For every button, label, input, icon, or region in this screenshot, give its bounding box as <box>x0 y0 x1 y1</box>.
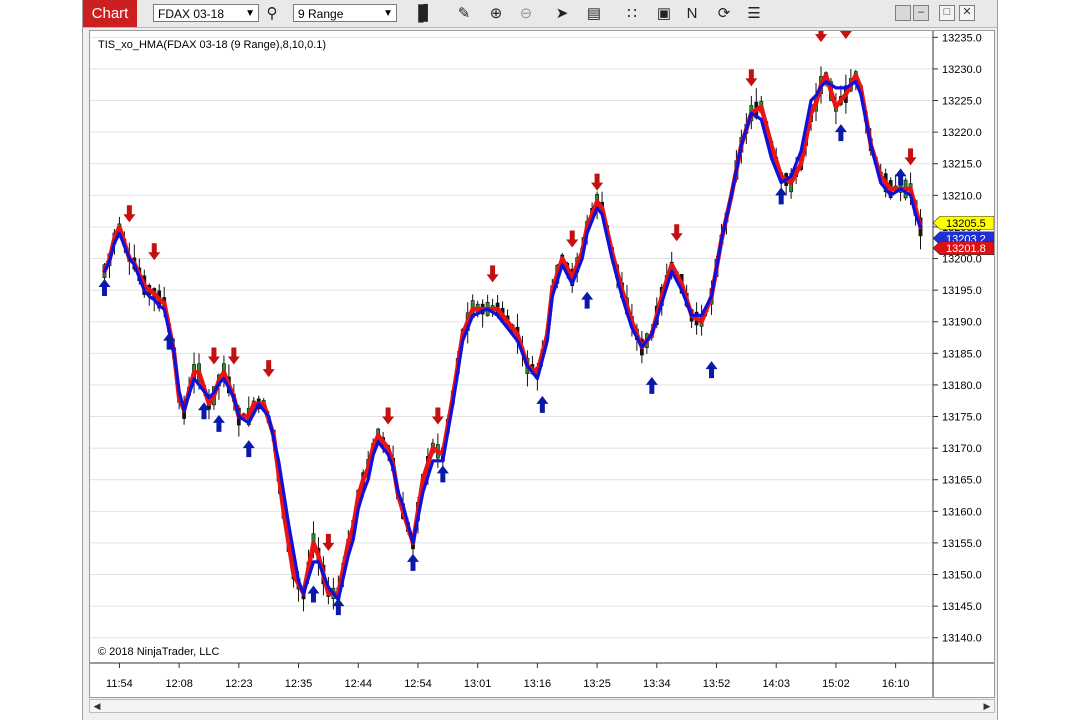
y-tick-label: 13200.0 <box>942 254 982 266</box>
x-tick-label: 12:08 <box>165 678 193 690</box>
restore-icon[interactable] <box>895 5 911 21</box>
interval-value: 9 Range <box>298 7 344 21</box>
y-tick-label: 13175.0 <box>942 412 982 424</box>
properties-icon[interactable]: ☰ <box>743 3 765 24</box>
price-marker-label: 13201.8 <box>946 243 986 255</box>
indicators-icon[interactable]: N <box>681 3 703 24</box>
x-axis: 11:54 12:08 12:23 12:35 12:44 12:54 13:01 13:16… <box>106 663 909 690</box>
price-markers: 13205.513203.213201.8 <box>932 215 995 255</box>
y-tick-label: 13230.0 <box>942 64 982 76</box>
chevron-down-icon: ▼ <box>245 8 255 19</box>
y-tick-label: 13155.0 <box>942 538 982 550</box>
y-tick-label: 13185.0 <box>942 348 982 360</box>
zoom-in-icon[interactable]: ⊕ <box>485 3 507 24</box>
y-tick-label: 13215.0 <box>942 159 982 171</box>
y-tick-label: 13225.0 <box>942 96 982 108</box>
buy-arrow-icon <box>307 585 320 603</box>
x-tick-label: 13:16 <box>524 678 552 690</box>
sell-arrow-icon <box>227 347 240 365</box>
buy-arrow-icon <box>406 553 419 571</box>
maximize-icon[interactable]: □ <box>939 5 955 21</box>
buy-arrow-icon <box>536 395 549 413</box>
y-tick-label: 13160.0 <box>942 506 982 518</box>
pencil-icon[interactable]: ✎ <box>453 3 475 24</box>
minimize-icon[interactable]: – <box>913 5 929 21</box>
sell-arrow-icon <box>207 347 220 365</box>
hma-lines <box>102 72 923 602</box>
sell-arrow-icon <box>904 148 917 166</box>
y-tick-label: 13150.0 <box>942 570 982 582</box>
y-tick-label: 13170.0 <box>942 443 982 455</box>
x-tick-label: 12:54 <box>404 678 432 690</box>
bar-type-icon[interactable]: ▐▍ <box>413 3 435 24</box>
buy-arrow-icon <box>212 414 225 432</box>
scroll-left-icon[interactable]: ◀ <box>90 700 104 712</box>
sell-arrow-icon <box>591 173 604 191</box>
sell-arrow-icon <box>566 230 579 248</box>
x-tick-label: 12:23 <box>225 678 253 690</box>
chart-tab[interactable]: Chart <box>83 0 137 27</box>
x-tick-label: 13:52 <box>703 678 731 690</box>
buy-arrow-icon <box>581 291 594 309</box>
x-tick-label: 12:35 <box>285 678 313 690</box>
interval-selector[interactable]: 9 Range ▼ <box>293 4 397 22</box>
x-tick-label: 13:25 <box>583 678 611 690</box>
data-box-icon[interactable]: ▤ <box>583 3 605 24</box>
price-chart[interactable]: 13235.0 13230.0 13225.0 13220.0 13215.0 13210… <box>90 22 995 697</box>
pointer-icon[interactable]: ➤ <box>551 3 573 24</box>
x-tick-label: 12:44 <box>344 678 372 690</box>
chart-trader-icon[interactable]: ∷ <box>621 3 643 24</box>
instrument-value: FDAX 03-18 <box>158 7 225 21</box>
scroll-right-icon[interactable]: ▶ <box>980 700 994 712</box>
y-tick-label: 13195.0 <box>942 285 982 297</box>
sell-arrow-icon <box>745 69 758 87</box>
copyright-label: © 2018 NinjaTrader, LLC <box>98 646 219 658</box>
chart-window: Chart FDAX 03-18 ▼ ⚲ 9 Range ▼ ▐▍ ✎ ⊕ ⊖ … <box>82 0 998 720</box>
toolbar: Chart FDAX 03-18 ▼ ⚲ 9 Range ▼ ▐▍ ✎ ⊕ ⊖ … <box>83 0 997 28</box>
y-tick-label: 13220.0 <box>942 127 982 139</box>
search-icon[interactable]: ⚲ <box>261 3 283 24</box>
x-tick-label: 15:02 <box>822 678 850 690</box>
x-tick-label: 16:10 <box>882 678 910 690</box>
chart-area[interactable]: 13235.0 13230.0 13225.0 13220.0 13215.0 13210… <box>89 22 995 698</box>
sell-arrow-icon <box>814 25 827 43</box>
chevron-down-icon: ▼ <box>383 8 393 19</box>
y-tick-label: 13190.0 <box>942 317 982 329</box>
sell-arrow-icon <box>123 205 136 223</box>
hma-slow-line <box>102 80 923 602</box>
strategies-icon[interactable]: ▣ <box>653 3 675 24</box>
indicator-label: TIS_xo_HMA(FDAX 03-18 (9 Range),8,10,0.1… <box>98 39 326 51</box>
y-tick-label: 13180.0 <box>942 380 982 392</box>
y-tick-label: 13235.0 <box>942 32 982 44</box>
y-tick-label: 13210.0 <box>942 190 982 202</box>
horizontal-scrollbar[interactable]: ◀ ▶ <box>89 699 995 713</box>
x-tick-label: 11:54 <box>106 678 133 690</box>
buy-arrow-icon <box>98 278 111 296</box>
y-tick-label: 13145.0 <box>942 601 982 613</box>
price-marker-label: 13205.5 <box>946 218 986 230</box>
zoom-out-icon[interactable]: ⊖ <box>515 3 537 24</box>
y-axis: 13235.0 13230.0 13225.0 13220.0 13215.0 13210… <box>933 32 982 645</box>
candles <box>102 66 923 612</box>
x-tick-label: 13:34 <box>643 678 671 690</box>
y-tick-label: 13140.0 <box>942 633 982 645</box>
buy-arrow-icon <box>705 361 718 379</box>
reload-icon[interactable]: ⟳ <box>713 3 735 24</box>
y-tick-label: 13165.0 <box>942 475 982 487</box>
sell-arrow-icon <box>262 360 275 378</box>
instrument-selector[interactable]: FDAX 03-18 ▼ <box>153 4 259 22</box>
sell-arrow-icon <box>148 243 161 261</box>
close-icon[interactable]: ✕ <box>959 5 975 21</box>
x-tick-label: 13:01 <box>464 678 492 690</box>
sell-arrow-icon <box>486 265 499 283</box>
x-tick-label: 14:03 <box>762 678 790 690</box>
